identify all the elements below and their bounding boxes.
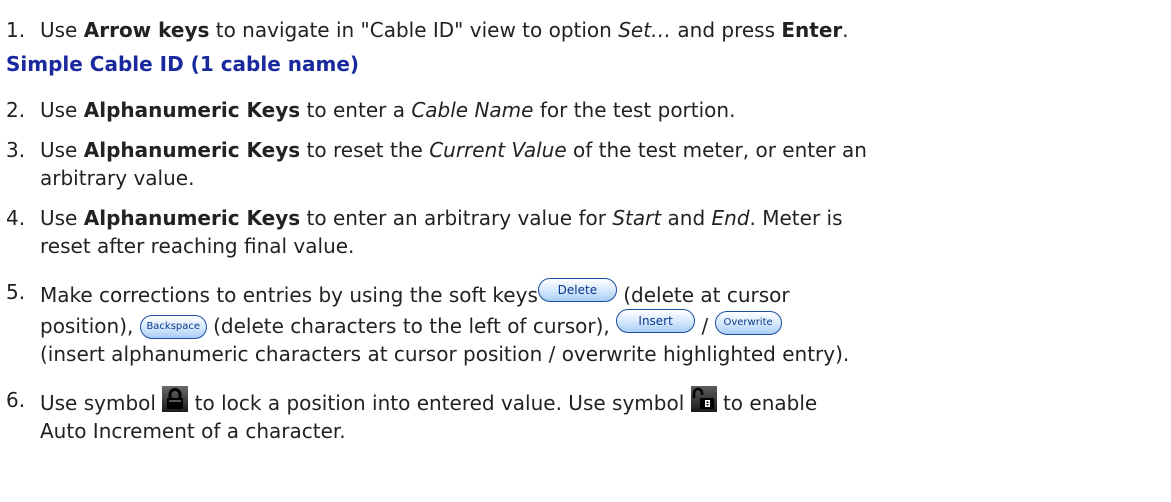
step-text: to enter an arbitrary value for xyxy=(300,206,613,230)
step-3: 3. Use Alphanumeric Keys to reset the Cu… xyxy=(0,136,1171,192)
lock-icon xyxy=(162,386,189,412)
step-text: / xyxy=(695,314,715,338)
step-text: . Meter is xyxy=(749,206,843,230)
overwrite-softkey: Overwrite xyxy=(714,311,782,335)
key-name: Alphanumeric Keys xyxy=(83,206,301,230)
step-6: 6. Use symbol to lock a position into en… xyxy=(0,386,1171,445)
instruction-page: 1. Use Arrow keys to navigate in "Cable … xyxy=(0,0,1171,502)
step-5: 5. Make corrections to entries by using … xyxy=(0,278,1171,368)
step-text: Use symbol xyxy=(40,391,163,415)
step-number: 1. xyxy=(6,18,26,42)
step-text: Auto Increment of a character. xyxy=(40,419,346,443)
step-4: 4. Use Alphanumeric Keys to enter an arb… xyxy=(0,204,1171,260)
step-text: . xyxy=(842,18,849,42)
field-name: Cable Name xyxy=(411,98,534,122)
step-number: 5. xyxy=(6,280,26,304)
key-name: Alphanumeric Keys xyxy=(83,98,301,122)
delete-softkey: Delete xyxy=(537,278,617,302)
step-number: 2. xyxy=(6,98,26,122)
step-text: (delete characters to the left of cursor… xyxy=(206,314,617,338)
step-text: and press xyxy=(671,18,782,42)
auto-increment-icon xyxy=(690,386,717,412)
step-text: reset after reaching final value. xyxy=(40,234,355,258)
step-text: Use xyxy=(40,18,84,42)
step-number: 6. xyxy=(6,388,26,412)
step-text: position), xyxy=(40,314,140,338)
step-text: to enable xyxy=(716,391,818,415)
step-text: Use xyxy=(40,206,84,230)
key-name: Arrow keys xyxy=(83,18,210,42)
option-name: Set… xyxy=(618,18,672,42)
step-1: 1. Use Arrow keys to navigate in "Cable … xyxy=(0,16,1171,44)
field-name: End xyxy=(711,206,750,230)
step-text: to reset the xyxy=(300,138,430,162)
field-name: Start xyxy=(612,206,662,230)
step-text: (insert alphanumeric characters at curso… xyxy=(40,342,850,366)
step-text: and xyxy=(661,206,712,230)
step-text: Make corrections to entries by using the… xyxy=(40,283,538,307)
step-2: 2. Use Alphanumeric Keys to enter a Cabl… xyxy=(0,96,1171,124)
section-title: Simple Cable ID (1 cable name) xyxy=(6,52,360,76)
step-text: of the test meter, or enter an xyxy=(566,138,867,162)
step-text: Use xyxy=(40,138,84,162)
step-text: to enter a xyxy=(300,98,412,122)
field-name: Current Value xyxy=(429,138,567,162)
step-text: to navigate in "Cable ID" view to option xyxy=(209,18,619,42)
backspace-softkey: Backspace xyxy=(139,315,207,339)
step-number: 3. xyxy=(6,138,26,162)
step-text: (delete at cursor xyxy=(616,283,790,307)
step-text: Use xyxy=(40,98,84,122)
key-name: Alphanumeric Keys xyxy=(83,138,301,162)
insert-softkey: Insert xyxy=(616,309,696,333)
step-text: arbitrary value. xyxy=(40,166,195,190)
key-name: Enter xyxy=(781,18,843,42)
step-number: 4. xyxy=(6,206,26,230)
step-text: for the test portion. xyxy=(533,98,736,122)
step-text: to lock a position into entered value. U… xyxy=(188,391,691,415)
